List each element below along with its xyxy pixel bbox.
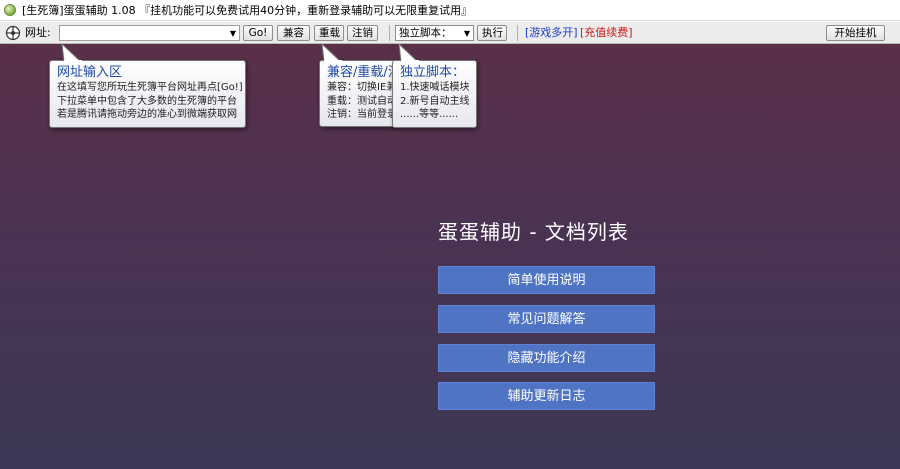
tooltip-title: 兼容/重载/注	[327, 65, 397, 80]
multi-instance-link[interactable]: [游戏多开]	[525, 25, 578, 41]
toolbar-separator	[389, 25, 390, 41]
url-label: 网址:	[25, 26, 51, 39]
logout-button[interactable]: 注销	[347, 25, 378, 41]
tooltip-title: 独立脚本：	[400, 65, 466, 80]
window-title: [生死簿]蛋蛋辅助 1.08 『挂机功能可以免费试用40分钟，重新登录辅助可以无…	[22, 4, 473, 17]
compat-tooltip: 兼容/重载/注 兼容：切换IE兼 重载：测试自动 注销：当前登录	[319, 60, 397, 127]
script-select-value: 独立脚本：	[399, 27, 452, 39]
tooltip-line: 下拉菜单中包含了大多数的生死簿的平台	[57, 95, 237, 107]
tooltip-line: 2.新号自动主线	[400, 95, 470, 107]
changelog-button[interactable]: 辅助更新日志	[438, 382, 655, 410]
start-afk-button[interactable]: 开始挂机	[826, 25, 885, 41]
compat-button[interactable]: 兼容	[277, 25, 310, 41]
app-egg-icon	[4, 4, 16, 16]
hidden-features-button[interactable]: 隐藏功能介绍	[438, 344, 655, 372]
run-button[interactable]: 执行	[477, 25, 507, 41]
simple-guide-button[interactable]: 简单使用说明	[438, 266, 655, 294]
chevron-down-icon[interactable]: ▼	[464, 27, 470, 41]
tooltip-line: 若是腾讯请拖动旁边的准心到微端获取网	[57, 109, 237, 120]
main-area: 网址输入区 在这填写您所玩生死簿平台网址再点[Go!] 下拉菜单中包含了大多数的…	[0, 44, 900, 469]
tooltip-line: 重载：测试自动	[327, 95, 397, 107]
recharge-link[interactable]: [充值续费]	[580, 25, 633, 41]
go-button[interactable]: Go!	[243, 25, 273, 41]
tooltip-pointer	[61, 44, 82, 62]
toolbar-separator	[517, 25, 518, 41]
faq-button[interactable]: 常见问题解答	[438, 305, 655, 333]
tooltip-line: ......等等......	[400, 109, 459, 120]
crosshair-icon[interactable]	[5, 25, 21, 41]
tooltip-pointer	[321, 44, 342, 62]
tooltip-line: 兼容：切换IE兼	[327, 82, 397, 93]
chevron-down-icon[interactable]: ▼	[230, 27, 236, 41]
url-input[interactable]: ▼	[59, 25, 240, 41]
url-tooltip: 网址输入区 在这填写您所玩生死簿平台网址再点[Go!] 下拉菜单中包含了大多数的…	[49, 60, 246, 128]
tooltip-pointer	[398, 44, 419, 62]
tooltip-title: 网址输入区	[57, 65, 123, 80]
tooltip-line: 在这填写您所玩生死簿平台网址再点[Go!]	[57, 82, 243, 93]
tooltip-line: 注销：当前登录	[327, 109, 397, 120]
script-tooltip: 独立脚本： 1.快速喊话模块 2.新号自动主线 ......等等......	[392, 60, 477, 128]
script-select[interactable]: 独立脚本： ▼	[395, 25, 474, 41]
tooltip-line: 1.快速喊话模块	[400, 82, 470, 93]
reload-button[interactable]: 重载	[314, 25, 344, 41]
title-bar: [生死簿]蛋蛋辅助 1.08 『挂机功能可以免费试用40分钟，重新登录辅助可以无…	[0, 0, 900, 21]
toolbar: 网址: ▼ Go! 兼容 重载 注销 独立脚本： ▼ 执行 [游戏多开] [充值…	[0, 22, 900, 44]
doc-list-title: 蛋蛋辅助 - 文档列表	[438, 220, 629, 244]
